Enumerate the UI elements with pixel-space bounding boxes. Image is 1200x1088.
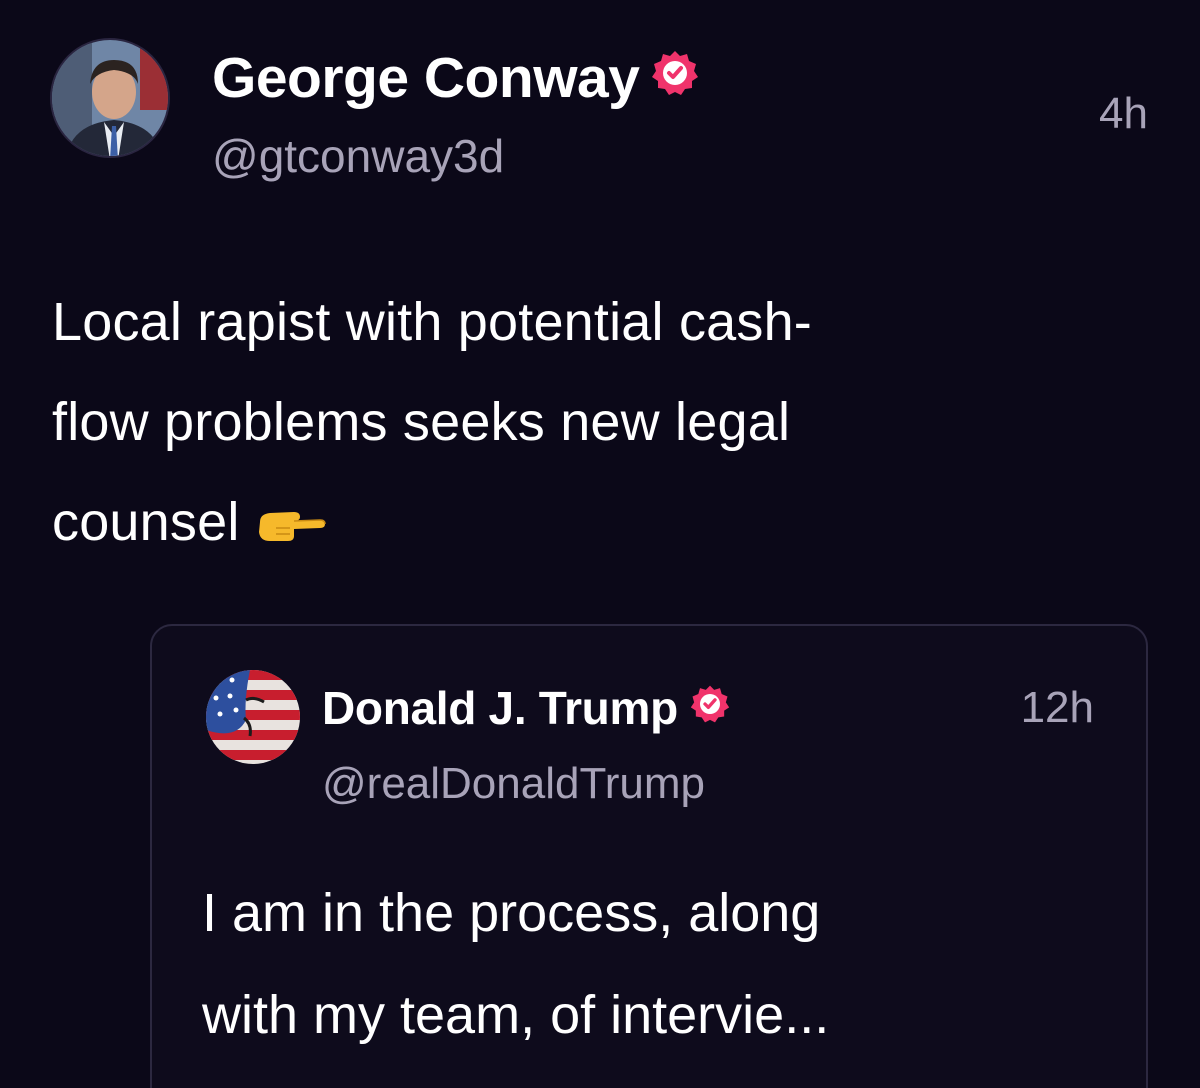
verified-badge-icon (690, 678, 730, 738)
quoted-post-card[interactable]: Donald J. Trump @realDonaldTrump 12h I a… (150, 624, 1148, 1088)
author-handle[interactable]: @gtconway3d (212, 126, 504, 186)
quoted-author-avatar[interactable] (206, 670, 300, 764)
post-text-line-content: counsel (52, 492, 240, 552)
pointing-right-hand-icon (254, 476, 326, 576)
quoted-text-line: I am in the process, along (202, 883, 821, 943)
post-timestamp[interactable]: 4h (1099, 84, 1148, 144)
quoted-text-line: with my team, of intervie... (202, 985, 830, 1045)
post: George Conway @gtconway3d 4h Local rapis… (0, 0, 1200, 1088)
quoted-post-text: I am in the process, along with my team,… (202, 862, 1102, 1066)
author-avatar[interactable] (50, 38, 170, 158)
person-avatar-icon (52, 40, 168, 156)
author-name[interactable]: George Conway (212, 42, 640, 114)
post-text: Local rapist with potential cash- flow p… (52, 272, 1152, 576)
flag-face-avatar-icon (206, 670, 300, 764)
quoted-post-timestamp[interactable]: 12h (1021, 680, 1094, 736)
quoted-author-name[interactable]: Donald J. Trump (322, 678, 678, 738)
quoted-author-name-row[interactable]: Donald J. Trump (322, 678, 730, 738)
author-name-row[interactable]: George Conway (212, 42, 699, 114)
post-text-line: flow problems seeks new legal (52, 392, 791, 452)
post-text-line: Local rapist with potential cash- (52, 292, 812, 352)
verified-badge-icon (651, 42, 699, 114)
quoted-author-handle[interactable]: @realDonaldTrump (322, 756, 705, 812)
post-text-line-last: counsel (52, 472, 1152, 576)
